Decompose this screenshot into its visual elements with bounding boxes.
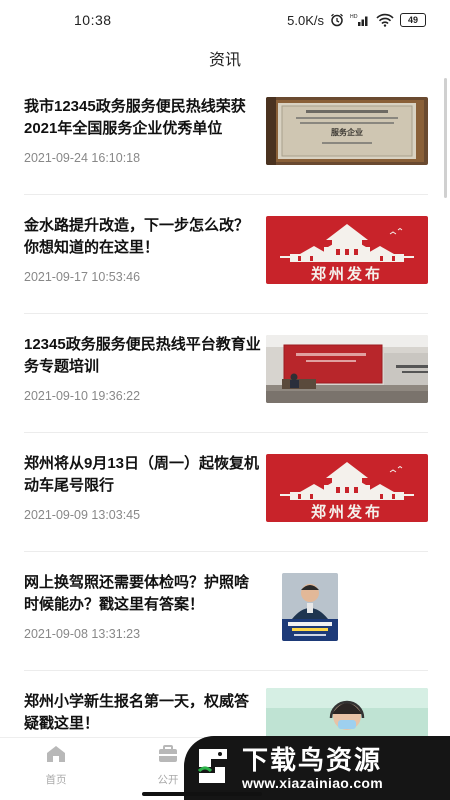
training-room-thumbnail	[266, 335, 428, 403]
news-date: 2021-09-17 10:53:46	[24, 270, 141, 284]
news-title: 我市12345政务服务便民热线荣获2021年全国服务企业优秀单位	[24, 98, 246, 137]
wifi-icon	[376, 13, 394, 27]
alarm-icon	[330, 13, 344, 27]
scrollbar[interactable]	[444, 78, 447, 198]
news-date: 2021-09-08 13:31:23	[24, 627, 141, 641]
status-indicators: 5.0K/s HD 49	[287, 13, 426, 28]
news-title: 金水路提升改造，下一步怎么改？你想知道的在这里！	[24, 217, 250, 256]
news-item[interactable]: 郑州小学新生报名第一天，权威答疑戳这里！	[24, 671, 428, 736]
battery-icon: 49	[400, 13, 426, 27]
home-icon	[45, 744, 67, 767]
news-date: 2021-09-24 16:10:18	[24, 151, 141, 165]
svg-text:HD: HD	[350, 14, 358, 20]
news-title: 12345政务服务便民热线平台教育业务专题培训	[24, 336, 261, 375]
network-speed: 5.0K/s	[287, 12, 324, 28]
status-time: 10:38	[74, 12, 112, 28]
zhengzhou-release-thumbnail: 郑州发布	[266, 454, 428, 522]
status-bar: 10:38 5.0K/s HD 49	[0, 0, 450, 40]
page-header: 资讯	[0, 40, 450, 76]
banner-text: 郑州发布	[311, 503, 383, 521]
hd-signal-icon: HD	[350, 13, 370, 27]
tab-home-label: 首页	[45, 774, 67, 786]
home-indicator[interactable]	[142, 792, 262, 796]
operator-headset-thumbnail	[266, 688, 428, 736]
watermark-url: www.xiazainiao.com	[242, 775, 384, 791]
news-title: 郑州将从9月13日（周一）起恢复机动车尾号限行	[24, 455, 260, 494]
news-item[interactable]: 12345政务服务便民热线平台教育业务专题培训 2021-09-10 19:36…	[24, 314, 428, 433]
news-item[interactable]: 郑州将从9月13日（周一）起恢复机动车尾号限行 2021-09-09 13:03…	[24, 433, 428, 552]
plaque-text: 服务企业	[331, 127, 363, 137]
public-icon	[157, 744, 179, 767]
news-title: 网上换驾照还需要体检吗？护照啥时候能办？戳这里有答案！	[24, 574, 250, 613]
watermark-logo-icon	[196, 745, 230, 792]
news-date: 2021-09-09 13:03:45	[24, 508, 141, 522]
officer-poster-thumbnail	[282, 573, 338, 641]
tab-home[interactable]: 首页	[0, 738, 112, 800]
banner-text: 郑州发布	[311, 265, 383, 283]
news-title: 郑州小学新生报名第一天，权威答疑戳这里！	[24, 693, 250, 732]
watermark-brand: 下载鸟资源 www.xiazainiao.com	[242, 745, 383, 791]
news-item[interactable]: 金水路提升改造，下一步怎么改？你想知道的在这里！ 2021-09-17 10:5…	[24, 195, 428, 314]
page-title: 资讯	[208, 52, 241, 69]
news-date: 2021-09-10 19:36:22	[24, 389, 141, 403]
watermark: 下载鸟资源 www.xiazainiao.com	[184, 736, 450, 800]
news-item[interactable]: 网上换驾照还需要体检吗？护照啥时候能办？戳这里有答案！ 2021-09-08 1…	[24, 552, 428, 671]
award-plaque-thumbnail: 服务企业	[266, 97, 428, 165]
watermark-name: 下载鸟资源	[242, 745, 383, 775]
tab-public-label: 公开	[157, 774, 179, 786]
zhengzhou-release-thumbnail: 郑州发布	[266, 216, 428, 284]
news-item[interactable]: 我市12345政务服务便民热线荣获2021年全国服务企业优秀单位 2021-09…	[24, 76, 428, 195]
news-list[interactable]: 我市12345政务服务便民热线荣获2021年全国服务企业优秀单位 2021-09…	[0, 76, 450, 736]
